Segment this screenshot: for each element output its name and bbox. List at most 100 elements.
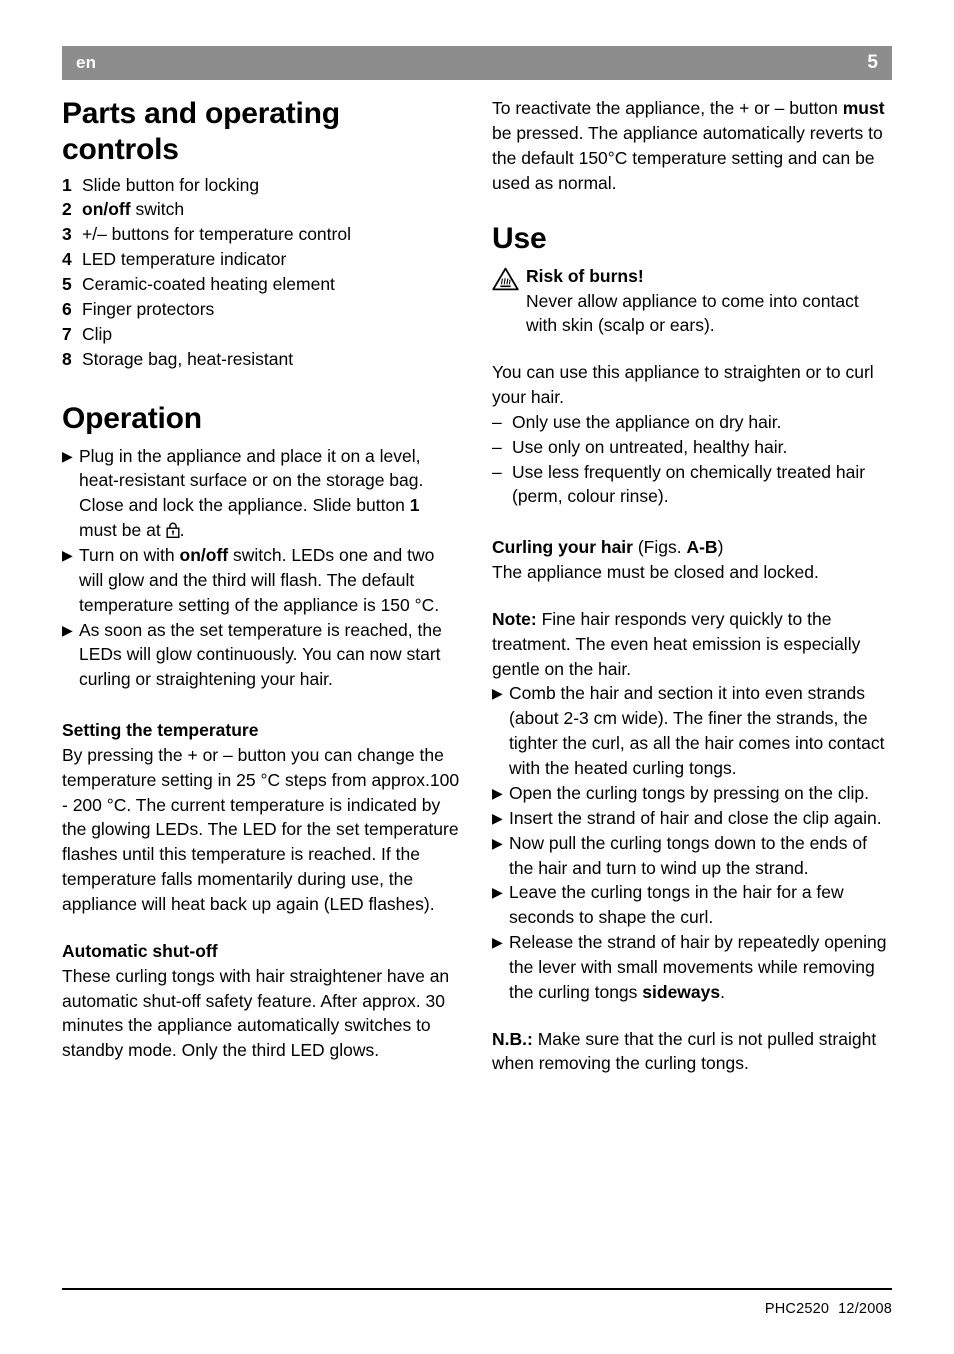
- list-item: – Only use the appliance on dry hair.: [492, 410, 892, 435]
- list-item: 6 Finger protectors: [62, 297, 462, 322]
- item-label: Clip: [82, 323, 113, 344]
- warning-text: Never allow appliance to come into conta…: [526, 290, 859, 336]
- item-label-rest: switch: [130, 199, 185, 220]
- bullet-text: Now pull the curling tongs down to the e…: [509, 832, 867, 878]
- right-column: To reactivate the appliance, the + or – …: [492, 96, 892, 1076]
- bullet-text: Insert the strand of hair and close the …: [509, 807, 882, 828]
- parts-and-controls-heading: Parts and operating controls: [62, 97, 340, 167]
- warning-triangle-hot-surface-icon: [492, 264, 526, 298]
- list-item: 2 on/off switch: [62, 197, 462, 222]
- triangle-bullet-icon: ▶: [62, 447, 73, 464]
- item-label: on/off switch: [82, 197, 462, 222]
- list-item: ▶ As soon as the set temperature is reac…: [62, 618, 462, 693]
- list-item: 1 Slide button for locking: [62, 173, 462, 198]
- bullet-text-bold: 1: [409, 495, 420, 516]
- page-footer: PHC2520 12/2008: [62, 1288, 892, 1317]
- item-number: 4: [62, 249, 72, 270]
- triangle-bullet-icon: ▶: [492, 809, 503, 826]
- footer-date: 12/2008: [838, 1301, 892, 1317]
- language-label: en: [76, 53, 97, 72]
- bullet-text: Comb the hair and section it into even s…: [509, 683, 885, 779]
- item-label: Slide button for locking: [82, 174, 260, 195]
- curling-steps-list: ▶ Comb the hair and section it into even…: [492, 681, 892, 1004]
- list-item: – Use less frequently on chemically trea…: [492, 460, 892, 510]
- automatic-shutoff-heading: Automatic shut-off: [62, 940, 218, 961]
- footer-divider: [62, 1288, 892, 1290]
- setting-temperature-body: By pressing the + or – button you can ch…: [62, 744, 460, 914]
- bullet-text: Open the curling tongs by pressing on th…: [509, 782, 869, 803]
- item-label: +/– buttons for temperature control: [82, 224, 351, 245]
- bullet-text-part2: must be at: [79, 520, 166, 541]
- list-item-text: Use only on untreated, healthy hair.: [512, 436, 788, 457]
- footer-text: PHC2520 12/2008: [62, 1301, 892, 1317]
- dash-bullet-icon: –: [492, 461, 502, 482]
- item-label: LED temperature indicator: [82, 249, 287, 270]
- bullet-text-part2: .: [720, 981, 725, 1002]
- curling-your-hair-heading: Curling your hair (Figs. A-B): [492, 535, 892, 560]
- operation-bullet-list: ▶ Plug in the appliance and place it on …: [62, 444, 462, 692]
- reactivate-bold: must: [842, 98, 885, 118]
- item-number: 5: [62, 273, 72, 294]
- list-item: 3 +/– buttons for temperature control: [62, 222, 462, 247]
- item-number: 8: [62, 348, 72, 369]
- dash-bullet-icon: –: [492, 411, 502, 432]
- item-label-bold: on/off: [82, 199, 131, 220]
- list-item: ▶ Plug in the appliance and place it on …: [62, 444, 462, 543]
- bullet-text-bold: on/off: [179, 545, 229, 566]
- operation-heading: Operation: [62, 402, 202, 436]
- note-paragraph: Note: Fine hair responds very quickly to…: [492, 607, 892, 682]
- content-columns: Parts and operating controls 1 Slide but…: [62, 96, 892, 1076]
- item-number: 6: [62, 298, 72, 319]
- list-item: ▶ Turn on with on/off switch. LEDs one a…: [62, 543, 462, 618]
- curling-heading-rest1: (Figs.: [632, 537, 687, 558]
- curling-subline: The appliance must be closed and locked.: [492, 562, 819, 583]
- bullet-text: Leave the curling tongs in the hair for …: [509, 882, 844, 928]
- reactivate-part2: be pressed. The appliance automatically …: [492, 122, 883, 193]
- setting-temperature-heading: Setting the temperature: [62, 720, 259, 741]
- list-item: ▶ Insert the strand of hair and close th…: [492, 806, 892, 831]
- list-item: ▶ Leave the curling tongs in the hair fo…: [492, 880, 892, 930]
- item-number: 2: [62, 199, 72, 220]
- bullet-text: As soon as the set temperature is reache…: [79, 619, 442, 690]
- note-text: Fine hair responds very quickly to the t…: [492, 608, 861, 679]
- nb-text: Make sure that the curl is not pulled st…: [492, 1028, 877, 1074]
- page-header-bar: en 5: [62, 46, 892, 80]
- left-column: Parts and operating controls 1 Slide but…: [62, 96, 462, 1076]
- automatic-shutoff-body: These curling tongs with hair straighten…: [62, 965, 450, 1061]
- curling-heading-rest2: ): [717, 537, 724, 558]
- item-number: 7: [62, 323, 72, 344]
- reactivate-part1: To reactivate the appliance, the + or – …: [492, 98, 843, 118]
- curling-heading-figs: A-B: [686, 537, 718, 558]
- list-item-text: Use less frequently on chemically treate…: [512, 461, 866, 507]
- list-item: 8 Storage bag, heat-resistant: [62, 347, 462, 372]
- nb-label: N.B.:: [492, 1028, 533, 1049]
- list-item-text: Only use the appliance on dry hair.: [512, 411, 782, 432]
- item-number: 1: [62, 174, 72, 195]
- reactivate-paragraph: To reactivate the appliance, the + or – …: [492, 96, 892, 195]
- bullet-text-part1: Turn on with: [79, 545, 180, 566]
- triangle-bullet-icon: ▶: [492, 784, 503, 801]
- list-item: 4 LED temperature indicator: [62, 247, 462, 272]
- list-item: 7 Clip: [62, 322, 462, 347]
- curling-heading-bold: Curling your hair: [492, 537, 633, 558]
- list-item: ▶ Now pull the curling tongs down to the…: [492, 831, 892, 881]
- bullet-text-bold: sideways: [642, 981, 721, 1002]
- triangle-bullet-icon: ▶: [492, 884, 503, 901]
- list-item: 5 Ceramic-coated heating element: [62, 272, 462, 297]
- dash-bullet-icon: –: [492, 436, 502, 457]
- item-label: Ceramic-coated heating element: [82, 273, 335, 294]
- document-page: en 5 Parts and operating controls 1 Slid…: [0, 0, 954, 1354]
- use-heading: Use: [492, 222, 547, 256]
- bullet-text: Turn on with on/off switch. LEDs one and…: [79, 543, 462, 618]
- parts-list: 1 Slide button for locking 2 on/off swit…: [62, 173, 462, 372]
- list-item: – Use only on untreated, healthy hair.: [492, 435, 892, 460]
- list-item: ▶ Open the curling tongs by pressing on …: [492, 781, 892, 806]
- bullet-text-part3: .: [179, 520, 185, 541]
- risk-of-burns-warning: Risk of burns! Never allow appliance to …: [492, 264, 892, 339]
- triangle-bullet-icon: ▶: [62, 547, 73, 564]
- item-number: 3: [62, 224, 72, 245]
